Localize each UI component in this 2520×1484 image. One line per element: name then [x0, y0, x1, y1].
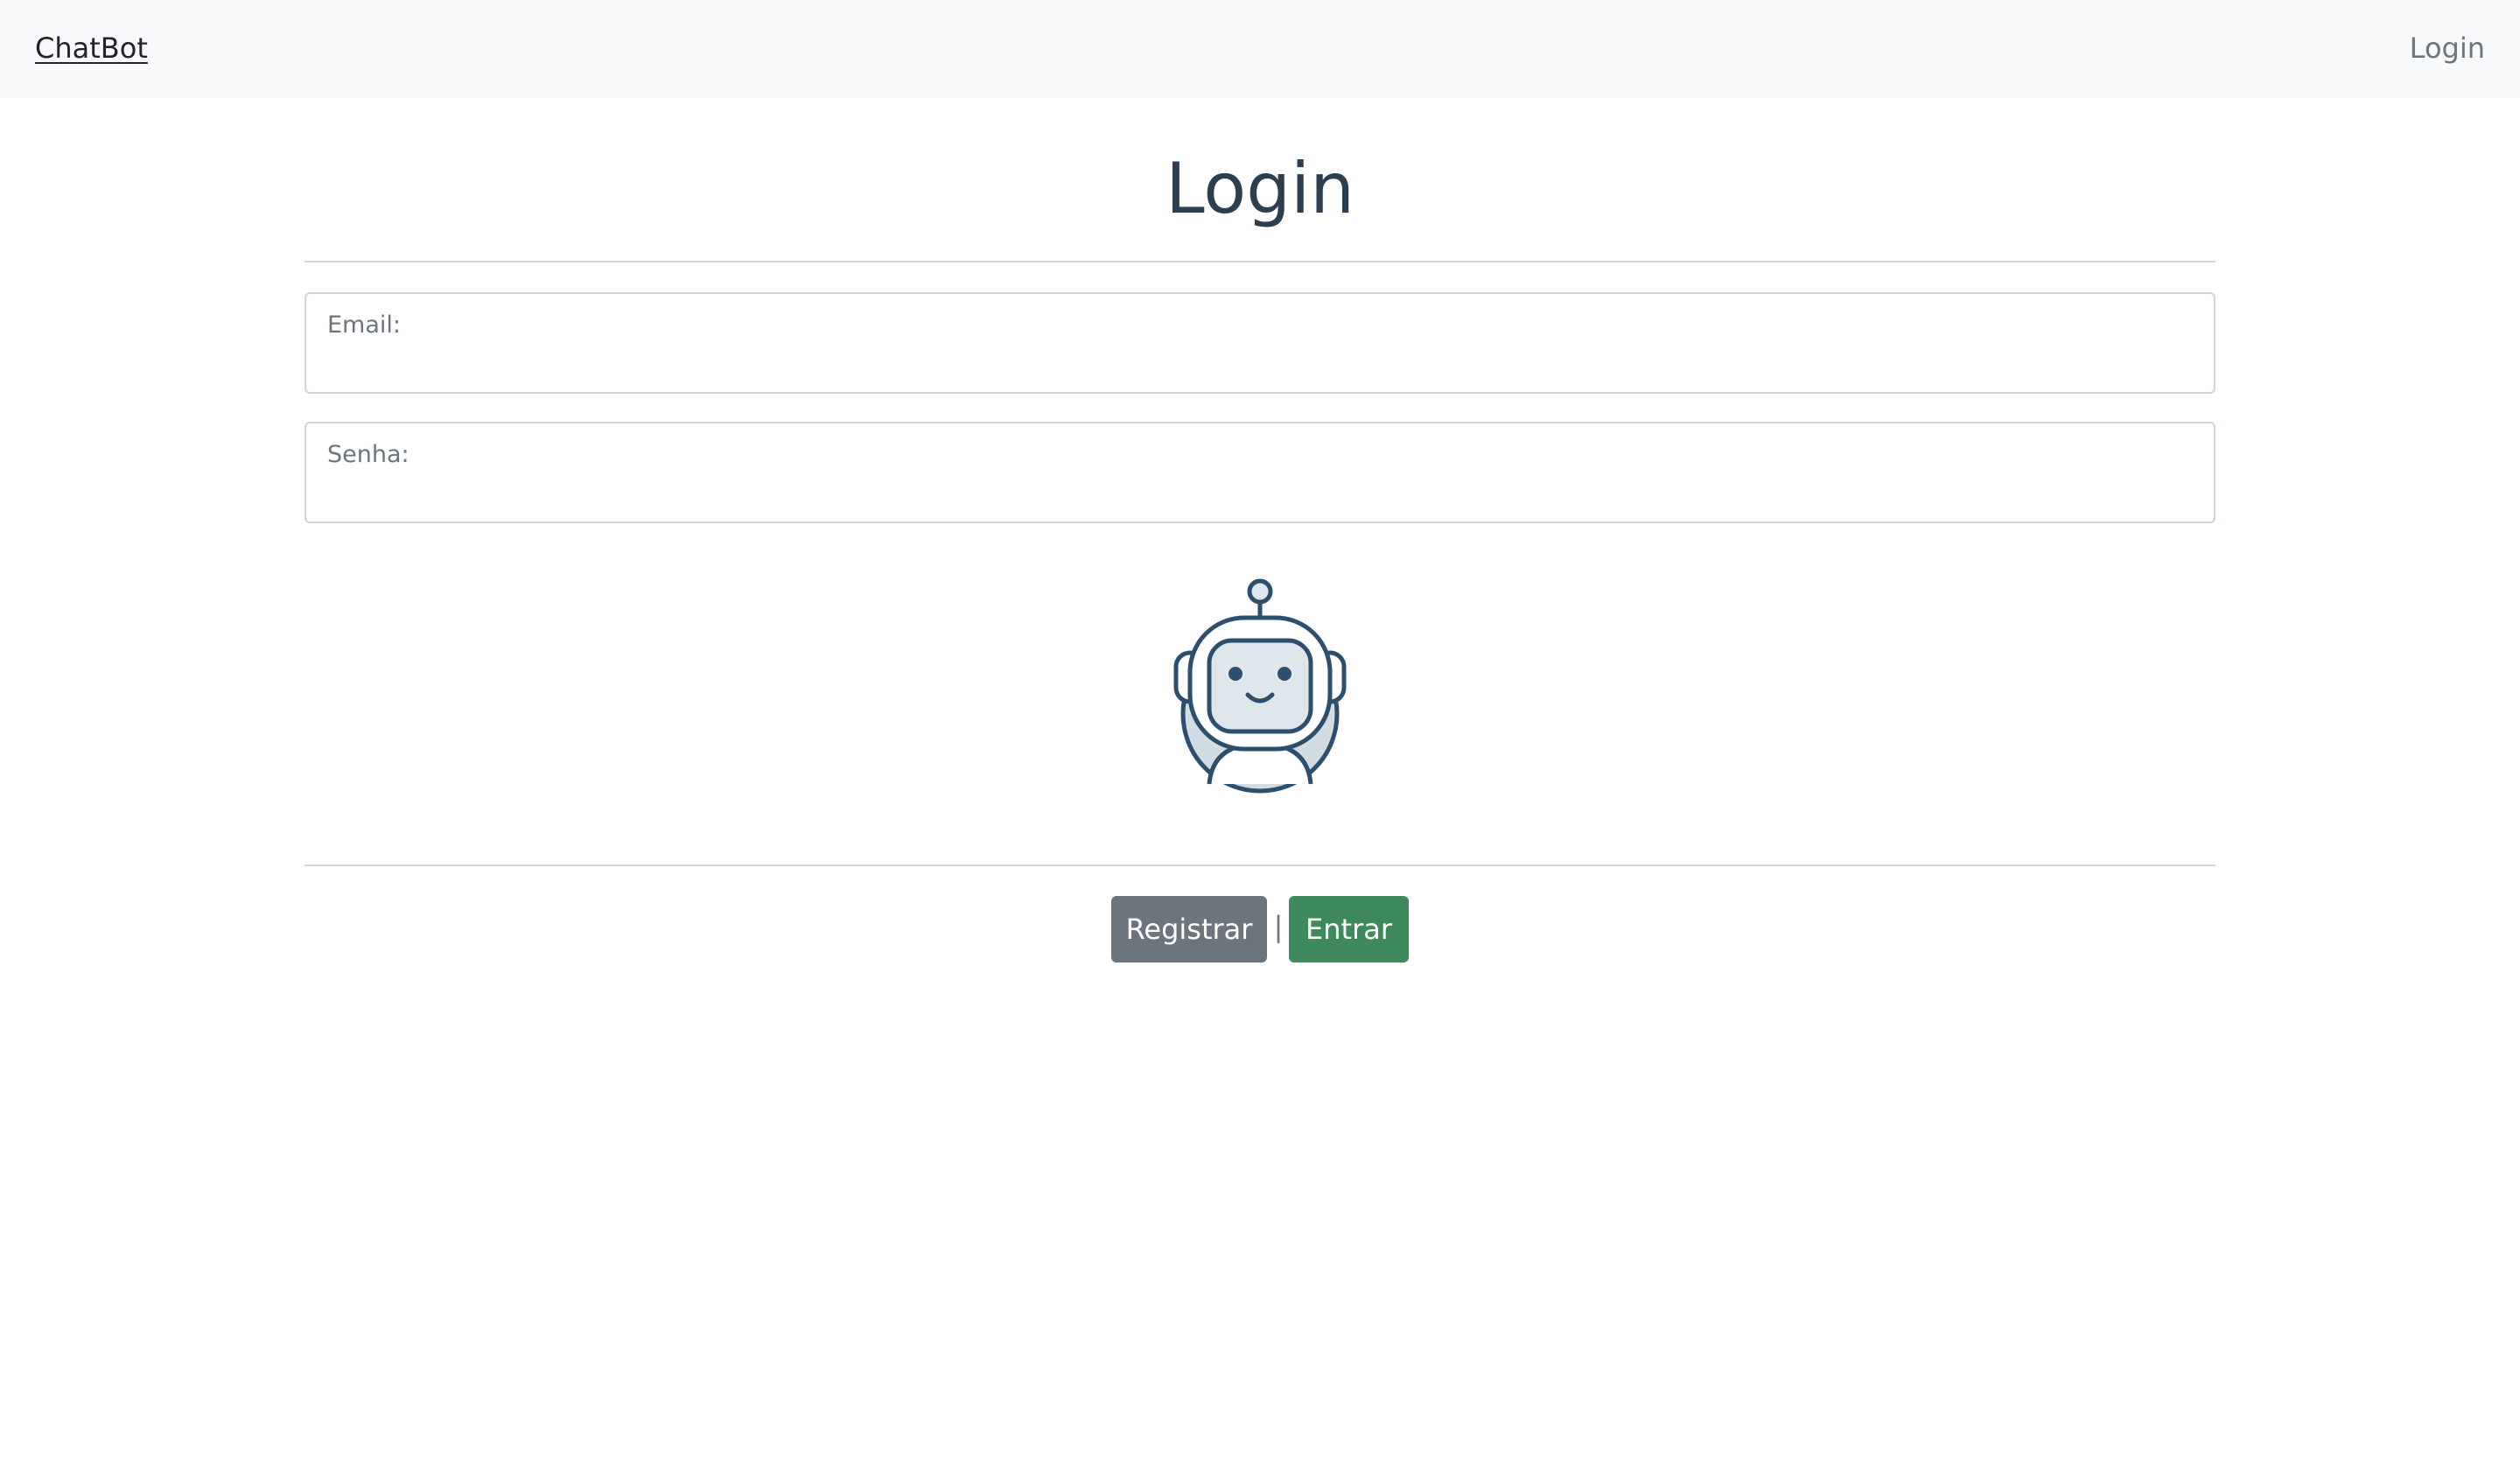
button-separator: |: [1273, 910, 1284, 943]
submit-button[interactable]: Entrar: [1289, 896, 1409, 962]
nav-login-link[interactable]: Login: [2410, 28, 2485, 68]
actions-divider: [304, 864, 2216, 866]
register-button[interactable]: Registrar: [1111, 896, 1267, 962]
email-field[interactable]: Email:: [304, 292, 2216, 394]
robot-icon: [1173, 578, 1347, 794]
page-title: Login: [1166, 148, 1354, 229]
brand-link[interactable]: ChatBot: [35, 28, 148, 68]
top-navbar: ChatBot Login: [0, 0, 2520, 98]
password-label: Senha:: [327, 441, 410, 468]
password-field[interactable]: Senha:: [304, 422, 2216, 523]
email-input[interactable]: [326, 345, 2193, 382]
password-input[interactable]: [326, 474, 2193, 511]
title-divider: [304, 261, 2216, 262]
email-label: Email:: [327, 312, 402, 339]
